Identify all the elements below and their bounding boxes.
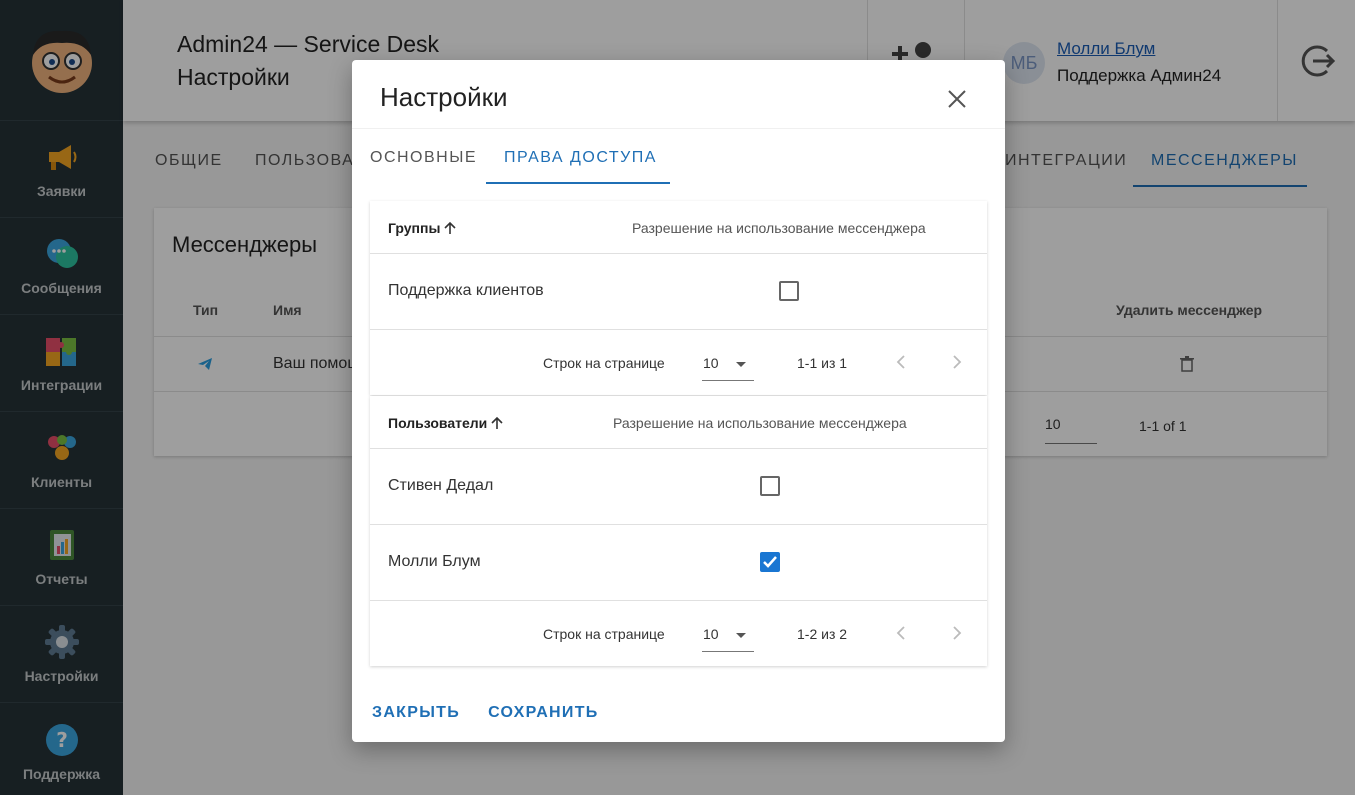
dialog-tabs: ОСНОВНЫЕ ПРАВА ДОСТУПА (352, 128, 1005, 184)
sort-groups-header[interactable]: Группы (388, 220, 457, 236)
rows-per-page-label: Строк на странице (543, 355, 665, 371)
arrow-up-icon (491, 416, 503, 429)
save-button[interactable]: СОХРАНИТЬ (488, 704, 599, 722)
tab-indicator (486, 182, 670, 184)
user-name: Стивен Дедал (388, 477, 494, 494)
rows-per-page-select[interactable]: 10 (702, 347, 754, 381)
table-header: Группы Разрешение на использование мессе… (370, 201, 987, 254)
prev-page-button[interactable] (889, 621, 913, 645)
settings-dialog: Настройки ОСНОВНЫЕ ПРАВА ДОСТУПА Группы … (352, 60, 1005, 742)
prev-page-button[interactable] (889, 350, 913, 374)
rows-per-page-label: Строк на странице (543, 626, 665, 642)
column-permission: Разрешение на использование мессенджера (632, 220, 926, 236)
users-table: Пользователи Разрешение на использование… (370, 396, 987, 666)
group-name: Поддержка клиентов (388, 282, 544, 299)
close-button[interactable] (942, 84, 972, 114)
tab-access-rights[interactable]: ПРАВА ДОСТУПА (504, 149, 657, 167)
sort-users-header[interactable]: Пользователи (388, 415, 504, 431)
dropdown-arrow-icon (736, 362, 746, 367)
column-users: Пользователи (388, 415, 488, 431)
rows-per-page-value: 10 (703, 626, 719, 642)
table-row: Поддержка клиентов (370, 254, 987, 330)
check-icon (763, 556, 777, 568)
user-name: Молли Блум (388, 553, 481, 570)
table-row: Молли Блум (370, 525, 987, 601)
close-icon (948, 90, 966, 108)
permission-checkbox-checked[interactable] (760, 552, 780, 572)
table-row: Стивен Дедал (370, 449, 987, 525)
table-pagination: Строк на странице 10 1-1 из 1 (370, 330, 987, 395)
rows-per-page-value: 10 (703, 355, 719, 371)
dropdown-arrow-icon (736, 633, 746, 638)
table-header: Пользователи Разрешение на использование… (370, 396, 987, 449)
permission-checkbox[interactable] (760, 476, 780, 496)
dialog-actions: ЗАКРЫТЬ СОХРАНИТЬ (372, 704, 599, 722)
column-groups: Группы (388, 220, 441, 236)
pagination-range: 1-2 из 2 (797, 626, 848, 642)
pagination-range: 1-1 из 1 (797, 355, 848, 371)
permission-checkbox[interactable] (779, 281, 799, 301)
arrow-up-icon (444, 221, 457, 234)
chevron-right-icon (953, 355, 962, 369)
column-permission: Разрешение на использование мессенджера (613, 415, 907, 431)
chevron-left-icon (896, 626, 905, 640)
chevron-right-icon (953, 626, 962, 640)
groups-table: Группы Разрешение на использование мессе… (370, 201, 987, 395)
close-dialog-button[interactable]: ЗАКРЫТЬ (372, 704, 460, 722)
dialog-title: Настройки (380, 82, 508, 112)
next-page-button[interactable] (945, 350, 969, 374)
chevron-left-icon (896, 355, 905, 369)
rows-per-page-select[interactable]: 10 (702, 618, 754, 652)
tab-main[interactable]: ОСНОВНЫЕ (370, 149, 477, 167)
next-page-button[interactable] (945, 621, 969, 645)
table-pagination: Строк на странице 10 1-2 из 2 (370, 601, 987, 666)
